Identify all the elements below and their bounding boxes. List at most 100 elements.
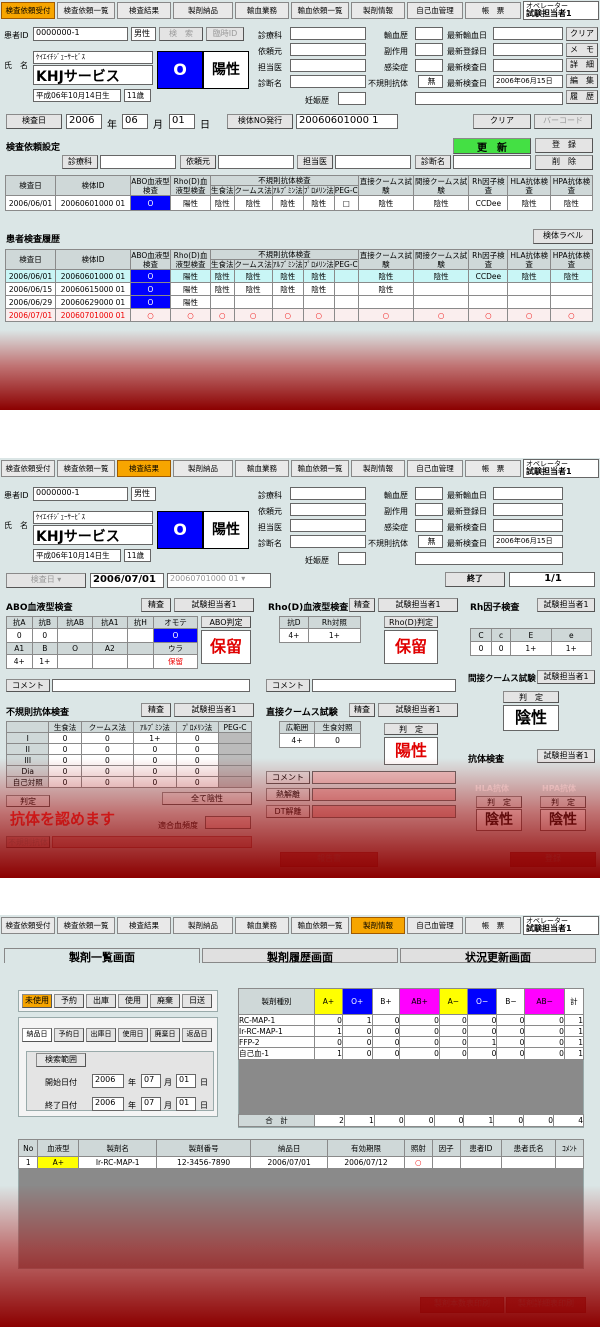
abo-cell[interactable]: 4+ <box>6 654 33 669</box>
start-day-field[interactable]: 01 <box>176 1074 196 1088</box>
end-day-field[interactable]: 01 <box>176 1097 196 1111</box>
nav-reports[interactable]: 帳 票 <box>465 2 521 19</box>
doctor-field[interactable] <box>290 519 366 532</box>
date-kind-button-1[interactable]: 予約日 <box>54 1028 84 1042</box>
history-row[interactable]: 2006/06/15 20060615000 01 O 陽性 陰性 陰性 陰性 陰性 陰性 <box>5 282 594 296</box>
irr-cell[interactable] <box>218 754 252 766</box>
doctor-field[interactable] <box>290 59 366 72</box>
tab-status-update[interactable]: 状況更新画面 <box>400 948 596 964</box>
sample-label-button[interactable]: 検体ラベル <box>533 229 593 244</box>
nav-test-request-list[interactable]: 検査依頼一覧 <box>57 917 115 934</box>
irr-cell[interactable]: 0 <box>133 765 177 777</box>
nav-test-request[interactable]: 検査依頼受付 <box>1 460 55 477</box>
abo-cell[interactable]: 1+ <box>31 654 59 669</box>
date-kind-button-2[interactable]: 出庫日 <box>86 1028 116 1042</box>
irr-cell[interactable]: 0 <box>133 776 177 788</box>
sample-no-field[interactable]: 20060601000 1 <box>296 114 398 129</box>
date-kind-button-0[interactable]: 納品日 <box>22 1028 52 1042</box>
hpa-judge-button[interactable]: 判 定 <box>540 796 586 808</box>
irr-precise-button[interactable]: 精査 <box>141 703 171 717</box>
request-row[interactable]: 2006/06/01 20060601000 01 O 陽性 陰性 陰性 陰性 陰性 □ 陰性 陰性… <box>5 195 594 211</box>
summary-row[interactable]: RC-MAP-1 0 1 0 0 0 0 0 0 1 <box>238 1014 585 1026</box>
nav-product-delivery[interactable]: 製剤納品 <box>173 2 233 19</box>
abo-cell[interactable]: 保留 <box>153 654 198 669</box>
nav-transfusion[interactable]: 輸血業務 <box>235 460 289 477</box>
all-negative-button[interactable]: 全て陰性 <box>162 792 252 805</box>
abo-cell[interactable] <box>126 654 155 669</box>
rh-tester-button[interactable]: 試験担当者1 <box>378 598 458 612</box>
irr-judge-button[interactable]: 判定 <box>6 795 50 807</box>
list-col-header[interactable]: 因子 <box>431 1139 461 1157</box>
pregnancy-field[interactable] <box>338 552 366 565</box>
report-button[interactable]: 報告書 <box>280 852 378 867</box>
antibody-tester-button[interactable]: 試験担当者1 <box>537 749 595 763</box>
requester-field[interactable] <box>290 43 366 56</box>
cell[interactable]: 0 <box>470 641 492 656</box>
nav-self-blood[interactable]: 自己血管理 <box>407 2 463 19</box>
irr-cell[interactable]: 0 <box>80 765 135 777</box>
barcode-button[interactable]: バーコード <box>534 114 592 129</box>
irr-cell[interactable]: 0 <box>80 743 135 755</box>
update-button[interactable]: 更 新 <box>453 138 531 154</box>
rh-judge-button[interactable]: Rho(D)判定 <box>384 616 438 628</box>
nav-reports[interactable]: 帳 票 <box>465 460 521 477</box>
tab-product-history[interactable]: 製剤履歴画面 <box>202 948 398 964</box>
test-date-button[interactable]: 検査日 <box>6 114 62 129</box>
direct-comment-button[interactable]: コメント <box>266 771 310 784</box>
list-col-header[interactable]: 患者ID <box>459 1139 503 1157</box>
status-button-4[interactable]: 廃棄 <box>150 994 180 1008</box>
sample-select[interactable]: 20060701000 01 ▾ <box>167 573 271 588</box>
requester-button[interactable]: 依頼元 <box>180 155 216 169</box>
product-row[interactable]: 1 A+ Ir-RC-MAP-1 12-3456-7890 2006/07/01 2006… <box>17 1156 584 1169</box>
irr-cell[interactable]: 0 <box>133 743 177 755</box>
requester-input[interactable] <box>218 155 294 169</box>
nav-test-results[interactable]: 検査結果 <box>117 917 171 934</box>
abo-cell[interactable]: 0 <box>6 628 33 643</box>
abo-judge-button[interactable]: ABO判定 <box>201 616 251 628</box>
dept-button[interactable]: 診療科 <box>62 155 98 169</box>
history-row[interactable]: 2006/06/29 20060629000 01 O 陽性 <box>5 295 594 309</box>
history-row[interactable]: 2006/06/01 20060601000 01 O 陽性 陰性 陰性 陰性 陰性 陰性 陰性 C… <box>5 269 594 283</box>
date-kind-button-3[interactable]: 使用日 <box>118 1028 148 1042</box>
nav-self-blood[interactable]: 自己血管理 <box>407 917 463 934</box>
irr-cell[interactable]: 0 <box>175 776 220 788</box>
doctor-button[interactable]: 担当医 <box>297 155 333 169</box>
status-button-0[interactable]: 未使用 <box>22 994 52 1008</box>
print-count-button[interactable]: 製剤本数表印刷 <box>420 1297 504 1313</box>
list-col-header[interactable]: 製剤名 <box>78 1139 158 1157</box>
list-col-header[interactable]: 製剤番号 <box>156 1139 252 1157</box>
direct-judge-button[interactable]: 判 定 <box>384 723 438 735</box>
start-year-field[interactable]: 2006 <box>92 1074 124 1088</box>
irr-cell[interactable]: 0 <box>80 732 135 744</box>
history-row[interactable]: 2006/07/01 20060701000 01 ○ ○ ○ ○ ○ ○ ○ ○ ○ ○ ○ <box>5 308 594 322</box>
nav-test-request[interactable]: 検査依頼受付 <box>1 2 55 19</box>
end-year-field[interactable]: 2006 <box>92 1097 124 1111</box>
nav-product-delivery[interactable]: 製剤納品 <box>173 460 233 477</box>
test-date-dropdown[interactable]: 検査日 ▾ <box>6 573 86 588</box>
cell[interactable]: 1+ <box>307 628 362 643</box>
nav-self-blood[interactable]: 自己血管理 <box>407 460 463 477</box>
requester-field[interactable] <box>290 503 366 516</box>
hla-judge-button[interactable]: 判 定 <box>476 796 522 808</box>
abo-cell[interactable] <box>126 628 155 643</box>
abo-cell[interactable]: O <box>153 628 198 643</box>
search-button[interactable]: 検 索 <box>159 27 203 41</box>
abo-comment-field[interactable] <box>52 679 250 692</box>
list-col-header[interactable]: No <box>17 1139 39 1157</box>
irr-cell[interactable]: 0 <box>48 765 82 777</box>
nav-test-request[interactable]: 検査依頼受付 <box>1 917 55 934</box>
irr-cell[interactable]: 0 <box>48 732 82 744</box>
irr-cell[interactable]: 0 <box>175 754 220 766</box>
irr-cell[interactable]: 0 <box>48 754 82 766</box>
date-field[interactable]: 2006/07/01 <box>90 573 164 588</box>
irr-cell[interactable] <box>218 776 252 788</box>
irr-cell[interactable]: 0 <box>80 754 135 766</box>
direct-tester-button[interactable]: 試験担当者1 <box>378 703 458 717</box>
nav-test-results[interactable]: 検査結果 <box>117 2 171 19</box>
nav-test-results[interactable]: 検査結果 <box>117 460 171 477</box>
clear-button[interactable]: クリア <box>566 27 598 41</box>
date-kind-button-5[interactable]: 返品日 <box>182 1028 212 1042</box>
list-col-header[interactable]: 患者氏名 <box>501 1139 557 1157</box>
day-field[interactable]: 01 <box>169 114 195 129</box>
list-col-header[interactable]: 血液型 <box>37 1139 80 1157</box>
